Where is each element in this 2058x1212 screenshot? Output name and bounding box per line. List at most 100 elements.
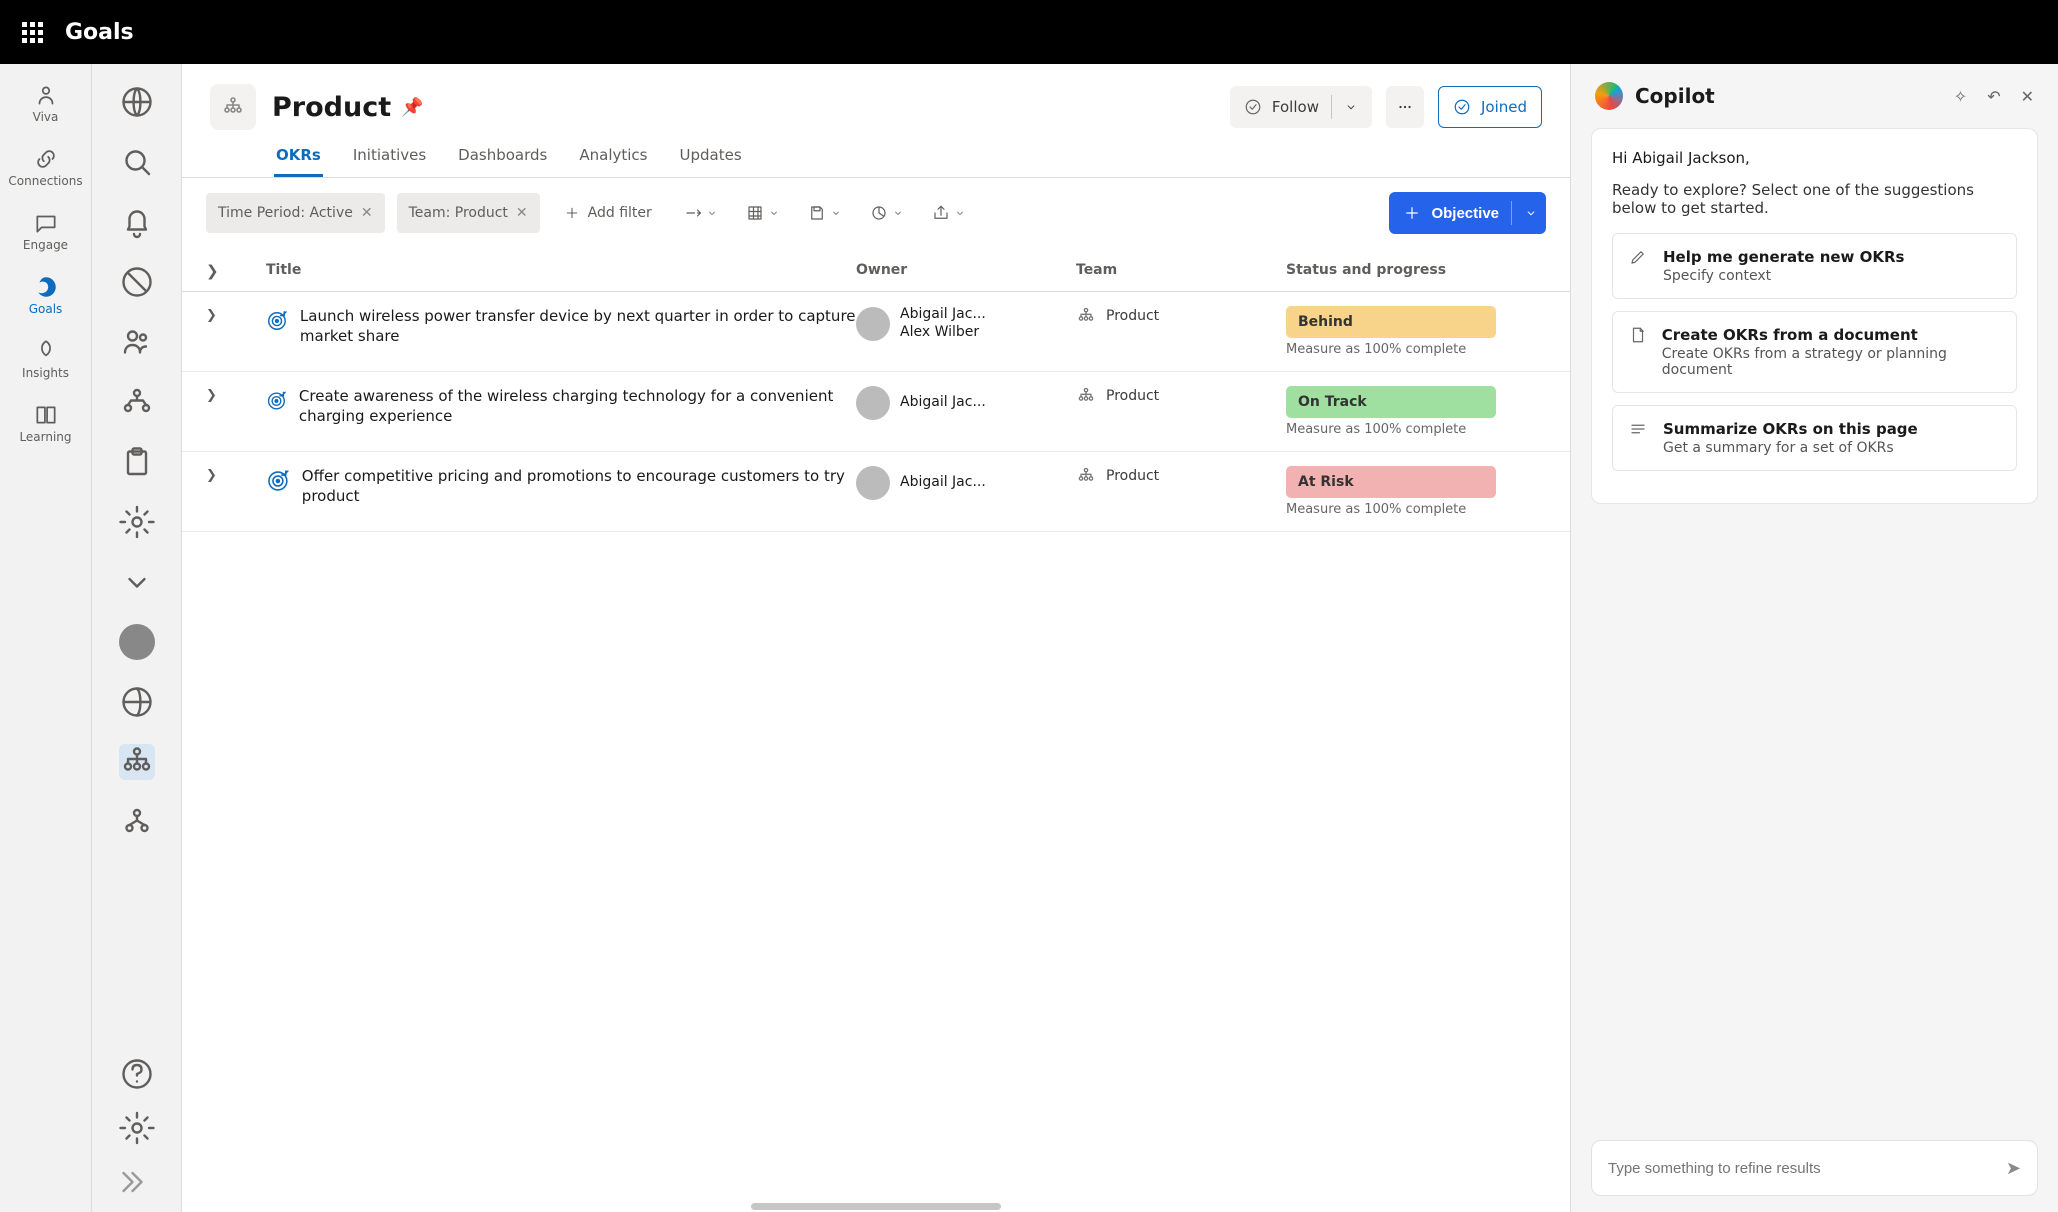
avatar [856,466,890,500]
pencil-icon [1629,248,1649,284]
app-rail: Viva Connections Engage Goals Insights L… [0,64,92,1212]
tab-dashboards[interactable]: Dashboards [456,136,549,177]
settings-icon[interactable] [119,504,155,540]
owner-names: Abigail Jac...Alex Wilber [900,306,986,341]
tab-okrs[interactable]: OKRs [274,136,323,177]
table-row[interactable]: ❯ Launch wireless power transfer device b… [182,292,1570,372]
sparkle-icon[interactable]: ✧ [1954,87,1967,106]
plus-icon [564,205,580,221]
app-rail-label: Insights [22,366,69,380]
table-row[interactable]: ❯ Offer competitive pricing and promotion… [182,452,1570,532]
horizontal-scrollbar[interactable] [751,1203,1001,1210]
org-tree-icon-2[interactable] [119,804,155,840]
app-rail-viva[interactable]: Viva [0,76,91,130]
copilot-suggestion[interactable]: Summarize OKRs on this page Get a summary… [1612,405,2017,471]
expand-row-icon[interactable]: ❯ [206,466,266,483]
status-badge: On Track [1286,386,1496,418]
add-filter-label: Add filter [588,205,652,221]
app-rail-connections[interactable]: Connections [0,140,91,194]
secondary-nav [92,64,182,1212]
grid-button[interactable] [738,193,788,233]
measure-text: Measure as 100% complete [1286,342,1546,357]
avatar [856,307,890,341]
save-view-button[interactable] [800,193,850,233]
app-rail-insights[interactable]: Insights [0,332,91,386]
app-title: Goals [65,20,134,45]
team-name: Product [1106,468,1159,484]
team-icon [210,84,256,130]
undo-icon[interactable]: ↶ [1987,87,2000,106]
app-rail-engage[interactable]: Engage [0,204,91,258]
plus-icon [1403,204,1421,222]
suggestion-subtitle: Create OKRs from a strategy or planning … [1662,346,2000,378]
sort-button[interactable] [676,193,726,233]
status-badge: At Risk [1286,466,1496,498]
copilot-input[interactable] [1608,1160,2006,1177]
chevron-down-icon[interactable] [1344,100,1358,114]
expand-row-icon[interactable]: ❯ [206,306,266,323]
expand-icon[interactable] [119,1164,155,1200]
filter-team[interactable]: Team: Product ✕ [397,193,540,233]
chart-button[interactable] [862,193,912,233]
team-tree-icon[interactable] [119,384,155,420]
app-rail-label: Connections [8,174,82,188]
add-filter-button[interactable]: Add filter [552,193,664,233]
remove-filter-icon[interactable]: ✕ [361,205,373,221]
copilot-panel: Copilot ✧ ↶ ✕ Hi Abigail Jackson, Ready … [1570,64,2058,1212]
chevron-down-icon[interactable] [119,564,155,600]
filter-timeperiod[interactable]: Time Period: Active ✕ [206,193,385,233]
bell-icon[interactable] [119,204,155,240]
copilot-logo-icon [1595,82,1623,110]
send-icon[interactable]: ➤ [2006,1158,2021,1179]
avatar[interactable] [119,624,155,660]
globe-icon-2[interactable] [119,684,155,720]
suggestion-title: Summarize OKRs on this page [1663,420,1918,438]
status-badge: Behind [1286,306,1496,338]
table-row[interactable]: ❯ Create awareness of the wireless chargi… [182,372,1570,452]
app-rail-learning[interactable]: Learning [0,396,91,450]
search-icon[interactable] [119,144,155,180]
share-button[interactable] [924,193,974,233]
chevron-down-icon [768,207,780,219]
expand-all-icon[interactable]: ❯ [206,260,266,280]
tab-updates[interactable]: Updates [678,136,744,177]
joined-button[interactable]: Joined [1438,86,1542,128]
suggestion-title: Create OKRs from a document [1662,326,2000,344]
okr-title: Offer competitive pricing and promotions… [302,466,856,507]
suggestion-subtitle: Get a summary for a set of OKRs [1663,440,1918,456]
chevron-down-icon[interactable] [1524,206,1538,220]
block-icon[interactable] [119,264,155,300]
tab-initiatives[interactable]: Initiatives [351,136,428,177]
filter-bar: Time Period: Active ✕ Team: Product ✕ Ad… [182,178,1570,248]
add-objective-button[interactable]: Objective [1389,192,1546,234]
app-launcher-icon[interactable] [22,22,43,43]
okr-title: Create awareness of the wireless chargin… [299,386,856,427]
lines-icon [1629,420,1649,456]
chevron-down-icon [830,207,842,219]
app-rail-label: Goals [29,302,63,316]
okr-grid: ❯ Title Owner Team Status and progress ❯… [182,248,1570,1212]
copilot-suggestion[interactable]: Create OKRs from a document Create OKRs f… [1612,311,2017,393]
remove-filter-icon[interactable]: ✕ [516,205,528,221]
app-rail-label: Learning [19,430,71,444]
globe-icon[interactable] [119,84,155,120]
copilot-suggestion[interactable]: Help me generate new OKRsSpecify context [1612,233,2017,299]
settings-icon-2[interactable] [119,1110,155,1146]
measure-text: Measure as 100% complete [1286,502,1546,517]
help-icon[interactable] [119,1056,155,1092]
org-tree-icon[interactable] [119,744,155,780]
okr-title: Launch wireless power transfer device by… [300,306,856,347]
team-name: Product [1106,308,1159,324]
pin-icon[interactable]: 📌 [401,97,423,118]
close-icon[interactable]: ✕ [2021,87,2034,106]
objective-label: Objective [1431,205,1499,222]
tab-analytics[interactable]: Analytics [577,136,649,177]
suggestion-subtitle: Specify context [1663,268,1905,284]
more-icon [1396,98,1414,116]
expand-row-icon[interactable]: ❯ [206,386,266,403]
clipboard-icon[interactable] [119,444,155,480]
people-icon[interactable] [119,324,155,360]
app-rail-goals[interactable]: Goals [0,268,91,322]
follow-button[interactable]: Follow [1230,86,1372,128]
more-button[interactable] [1386,86,1424,128]
